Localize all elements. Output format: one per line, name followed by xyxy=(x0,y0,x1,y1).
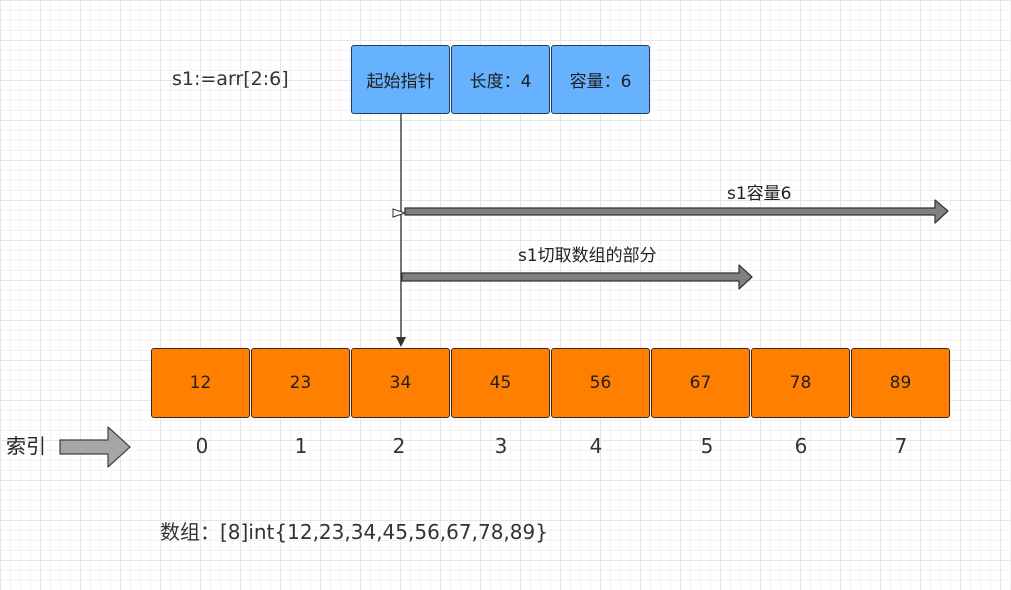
capacity-start-marker xyxy=(392,208,407,218)
index-number: 1 xyxy=(294,434,308,458)
start-pointer-arrowhead xyxy=(396,337,406,347)
array-cell: 67 xyxy=(651,348,750,418)
slice-expression: s1:=arr[2:6] xyxy=(172,68,289,90)
array-cell: 45 xyxy=(451,348,550,418)
index-number: 2 xyxy=(392,434,406,458)
index-number: 4 xyxy=(589,434,603,458)
index-number: 0 xyxy=(195,434,209,458)
index-number: 5 xyxy=(700,434,714,458)
capacity-box: 容量：6 xyxy=(551,45,650,114)
index-number: 7 xyxy=(894,434,908,458)
array-cell: 78 xyxy=(751,348,850,418)
array-cell: 34 xyxy=(351,348,450,418)
index-label: 索引 xyxy=(6,434,46,458)
array-cell: 12 xyxy=(151,348,250,418)
length-box: 长度：4 xyxy=(451,45,550,114)
index-number: 6 xyxy=(794,434,808,458)
cut-arrow-label: s1切取数组的部分 xyxy=(518,246,657,266)
index-arrow xyxy=(59,426,131,468)
start-pointer-box: 起始指针 xyxy=(351,45,450,114)
cut-arrow xyxy=(401,264,753,290)
array-cells: 12 23 34 45 56 67 78 89 xyxy=(151,348,951,418)
array-cell: 56 xyxy=(551,348,650,418)
capacity-arrow-label: s1容量6 xyxy=(727,184,792,204)
array-cell: 89 xyxy=(851,348,950,418)
slice-header: 起始指针 长度：4 容量：6 xyxy=(351,45,651,114)
capacity-arrow xyxy=(404,199,949,224)
array-cell: 23 xyxy=(251,348,350,418)
array-literal: 数组：[8]int{12,23,34,45,56,67,78,89} xyxy=(160,520,548,544)
index-number: 3 xyxy=(494,434,508,458)
